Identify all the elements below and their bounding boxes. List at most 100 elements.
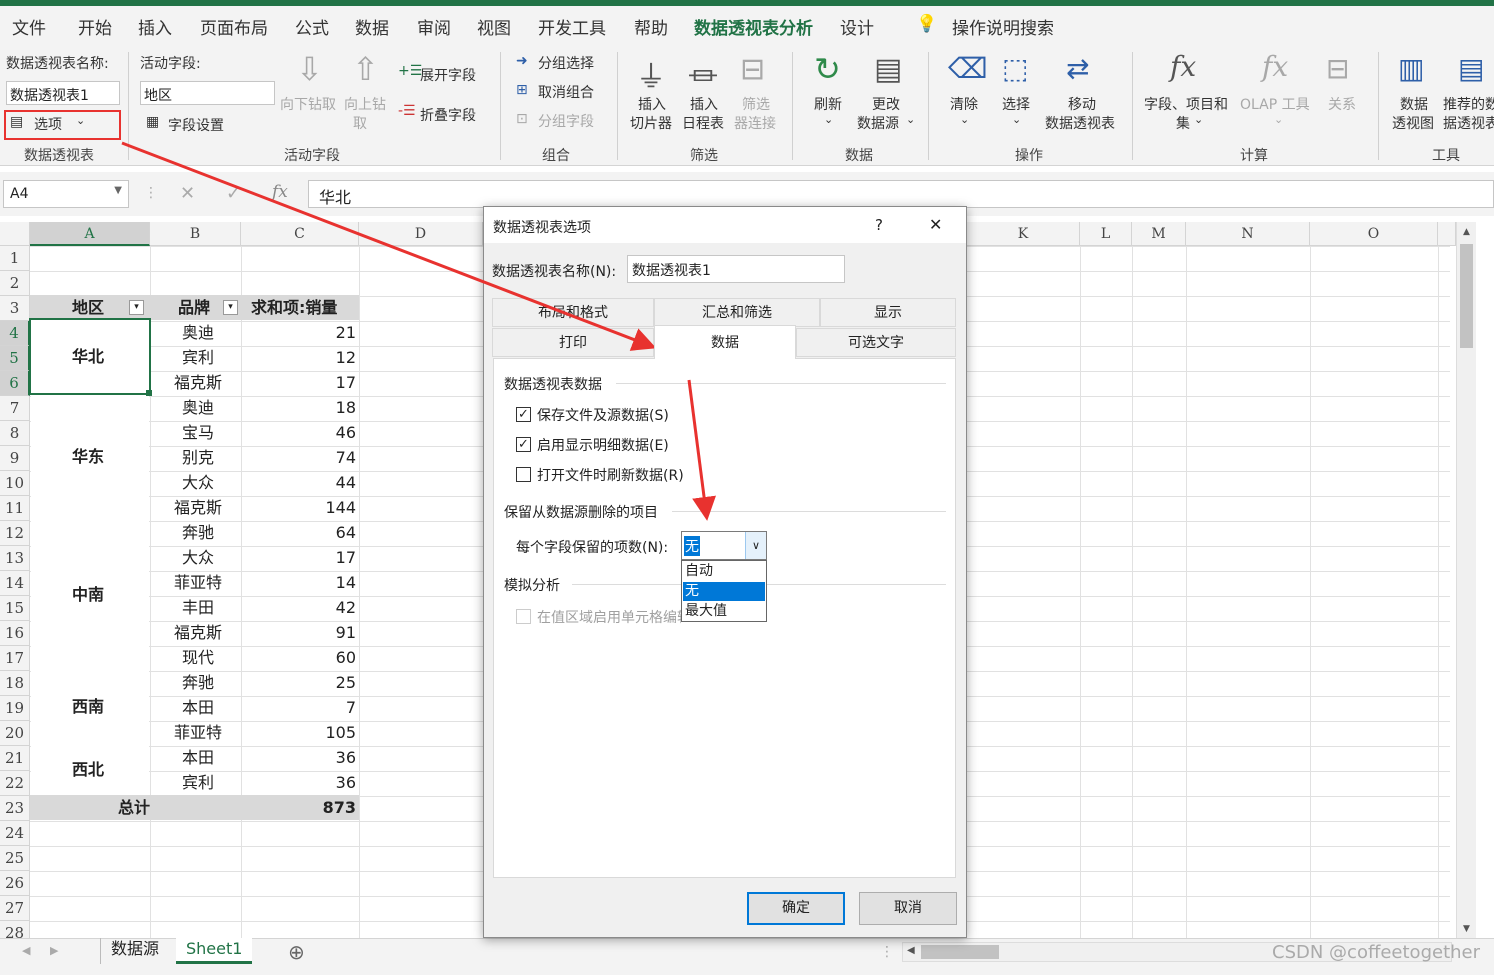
drill-up-button[interactable]: 向上钻 (344, 94, 386, 114)
brand-cell[interactable]: 大众 (158, 545, 238, 570)
menu-insert[interactable]: 插入 (138, 14, 172, 39)
pivot-chart-button[interactable]: 数据 (1400, 94, 1428, 114)
clear-button[interactable]: 清除 (950, 94, 978, 114)
row-header[interactable]: 1 (0, 246, 30, 271)
row-header[interactable]: 18 (0, 671, 30, 696)
cancel-icon[interactable]: ✕ (180, 183, 195, 204)
row-header[interactable]: 8 (0, 421, 30, 446)
pivot-name-input[interactable]: 数据透视表1 (6, 81, 120, 105)
prev-sheet-icon[interactable]: ◀ (22, 944, 30, 957)
column-header-l[interactable]: L (1080, 222, 1132, 246)
row-header[interactable]: 9 (0, 446, 30, 471)
menu-review[interactable]: 审阅 (417, 14, 451, 39)
value-cell[interactable]: 144 (241, 495, 356, 520)
scroll-thumb[interactable] (1460, 244, 1473, 348)
items-per-field-select[interactable]: 无 ∨ (681, 531, 767, 560)
row-header[interactable]: 13 (0, 546, 30, 571)
menu-developer[interactable]: 开发工具 (538, 14, 606, 39)
menu-view[interactable]: 视图 (477, 14, 511, 39)
column-header-a[interactable]: A (30, 222, 150, 246)
region-cell[interactable]: 西南 (72, 694, 104, 719)
fill-handle[interactable] (146, 390, 152, 396)
fields-items-sets-button[interactable]: 字段、项目和 (1144, 94, 1228, 114)
brand-cell[interactable]: 奔驰 (158, 520, 238, 545)
chevron-down-icon[interactable]: ⌄ (824, 113, 833, 126)
brand-cell[interactable]: 本田 (158, 745, 238, 770)
name-box[interactable]: A4 ▼ (3, 180, 129, 208)
region-cell[interactable]: 中南 (72, 582, 104, 607)
scroll-left-icon[interactable]: ◀ (907, 945, 915, 956)
pivot-header-brand[interactable]: 品牌 (178, 295, 210, 320)
menu-page-layout[interactable]: 页面布局 (200, 14, 268, 39)
dialog-name-input[interactable]: 数据透视表1 (627, 255, 845, 283)
row-header[interactable]: 15 (0, 596, 30, 621)
region-cell[interactable]: 西北 (72, 757, 104, 782)
value-cell[interactable]: 91 (241, 620, 356, 645)
collapse-field-button[interactable]: 折叠字段 (420, 105, 476, 125)
row-header[interactable]: 26 (0, 871, 30, 896)
relationships-button[interactable]: 关系 (1328, 94, 1356, 114)
value-cell[interactable]: 44 (241, 470, 356, 495)
column-header-d[interactable]: D (359, 222, 483, 246)
refresh-button[interactable]: 刷新 (814, 94, 842, 114)
checkbox-save-source[interactable]: ✓ (516, 407, 531, 422)
scroll-up-icon[interactable]: ▲ (1457, 222, 1476, 242)
checkbox-whatif-label[interactable]: 在值区域启用单元格编辑 (537, 607, 681, 627)
value-cell[interactable]: 42 (241, 595, 356, 620)
sheet-tab-source[interactable]: 数据源 (100, 938, 169, 964)
hscroll-thumb[interactable] (921, 945, 999, 959)
row-header[interactable]: 7 (0, 396, 30, 421)
region-cell[interactable]: 华东 (72, 444, 104, 469)
formula-input[interactable]: 华北 (308, 180, 1494, 208)
value-cell[interactable]: 14 (241, 570, 356, 595)
olap-tools-button[interactable]: OLAP 工具 (1240, 94, 1310, 114)
brand-cell[interactable]: 福克斯 (158, 495, 238, 520)
option-auto[interactable]: 自动 (683, 562, 765, 581)
function-icon[interactable]: fx (272, 182, 288, 202)
checkbox-whatif[interactable] (516, 609, 531, 624)
row-header[interactable]: 17 (0, 646, 30, 671)
next-sheet-icon[interactable]: ▶ (50, 944, 58, 957)
value-cell[interactable]: 7 (241, 695, 356, 720)
column-header-p[interactable] (1438, 222, 1456, 246)
filter-connections-button[interactable]: 筛选 (742, 94, 770, 114)
checkbox-enable-details[interactable]: ✓ (516, 437, 531, 452)
checkbox-refresh-on-open-label[interactable]: 打开文件时刷新数据(R) (537, 465, 684, 485)
brand-cell[interactable]: 宝马 (158, 420, 238, 445)
value-cell[interactable]: 21 (241, 320, 356, 345)
close-icon[interactable]: ✕ (929, 215, 942, 234)
option-none[interactable]: 无 (683, 582, 765, 601)
chevron-down-icon[interactable]: ⌄ (1012, 113, 1021, 126)
value-cell[interactable]: 25 (241, 670, 356, 695)
chevron-down-icon[interactable]: ⌄ (1274, 113, 1283, 126)
row-header[interactable]: 12 (0, 521, 30, 546)
splitter-icon[interactable]: ⋮ (880, 944, 894, 960)
check-icon[interactable]: ✓ (226, 183, 241, 204)
tab-totals-filters[interactable]: 汇总和筛选 (654, 298, 820, 327)
checkbox-refresh-on-open[interactable] (516, 467, 531, 482)
row-header[interactable]: 23 (0, 796, 30, 821)
brand-cell[interactable]: 福克斯 (158, 620, 238, 645)
drill-down-button[interactable]: 向下钻取 (280, 94, 336, 114)
row-header[interactable]: 5 (0, 346, 30, 371)
column-header-n[interactable]: N (1186, 222, 1310, 246)
row-header[interactable]: 4 (0, 321, 30, 346)
value-cell[interactable]: 64 (241, 520, 356, 545)
total-label[interactable]: 总计 (118, 795, 150, 820)
row-header[interactable]: 3 (0, 296, 30, 321)
group-field-button[interactable]: 分组字段 (538, 111, 594, 131)
brand-cell[interactable]: 宾利 (158, 770, 238, 795)
sheet-tab-sheet1[interactable]: Sheet1 (176, 938, 253, 964)
column-header-o[interactable]: O (1310, 222, 1438, 246)
pivot-header-sum[interactable]: 求和项:销量 (251, 295, 337, 320)
row-header[interactable]: 21 (0, 746, 30, 771)
brand-cell[interactable]: 别克 (158, 445, 238, 470)
tab-printing[interactable]: 打印 (492, 328, 654, 357)
row-header[interactable]: 14 (0, 571, 30, 596)
brand-cell[interactable]: 本田 (158, 695, 238, 720)
menu-home[interactable]: 开始 (78, 14, 112, 39)
vertical-scrollbar[interactable]: ▲ ▼ (1456, 222, 1476, 940)
field-settings-button[interactable]: 字段设置 (168, 115, 224, 135)
brand-cell[interactable]: 奔驰 (158, 670, 238, 695)
select-all-corner[interactable] (0, 222, 30, 246)
